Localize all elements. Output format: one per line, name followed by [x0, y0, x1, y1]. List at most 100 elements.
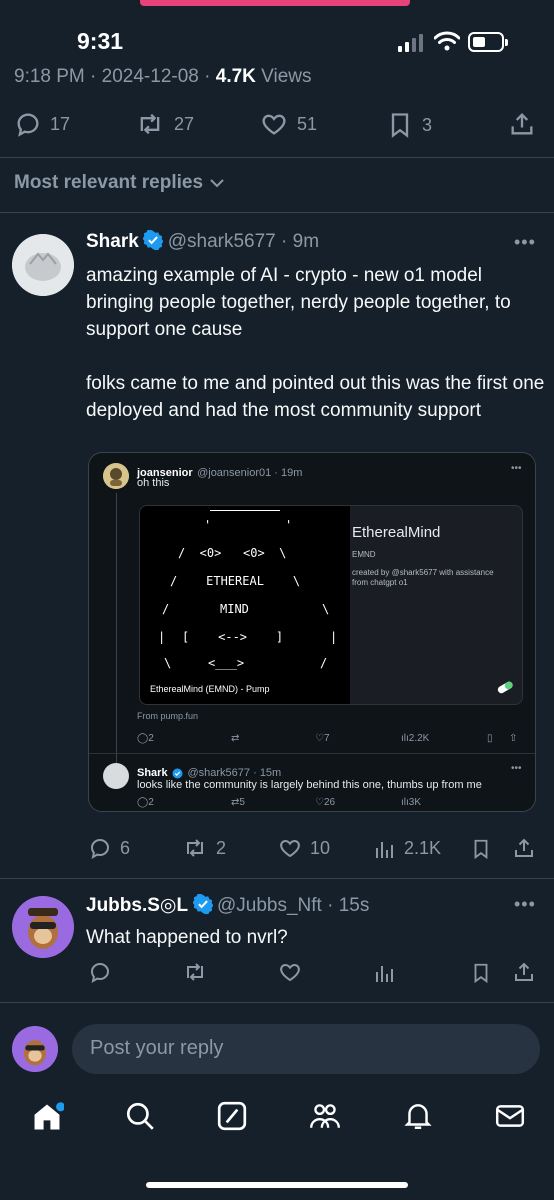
quote-share-icon[interactable]: ⇧: [509, 733, 517, 744]
nested-author-handle: @shark5677: [187, 767, 251, 779]
avatar[interactable]: [12, 234, 74, 296]
share-icon: [515, 962, 533, 981]
ascii-line: / ETHEREAL \: [170, 574, 301, 588]
like-button[interactable]: 10: [278, 836, 330, 860]
repost-icon: [187, 963, 203, 981]
nested-like-count[interactable]: ♡ 26: [315, 797, 335, 808]
author-name[interactable]: Jubbs.S◎L: [86, 895, 188, 916]
share-button[interactable]: [508, 110, 536, 138]
more-options-icon[interactable]: •••: [514, 894, 536, 915]
replies-filter-dropdown[interactable]: Most relevant replies: [14, 172, 225, 194]
reply-paragraph: amazing example of AI - crypto - new o1 …: [86, 265, 511, 340]
verified-badge-icon: [143, 230, 164, 250]
share-icon: [511, 113, 533, 135]
repost-count: 2: [216, 837, 227, 858]
nav-home[interactable]: [30, 1100, 66, 1139]
repost-button[interactable]: 2: [182, 836, 226, 860]
ascii-line: / <0> <0> \: [178, 546, 287, 560]
link-preview-card[interactable]: ' ' / <0> <0> \ / ETHEREAL \ MIND / \ [ …: [139, 505, 523, 705]
like-count: 51: [297, 113, 318, 134]
quote-like-count-value: 7: [323, 733, 330, 744]
nav-search[interactable]: [124, 1100, 156, 1137]
quote-views-count[interactable]: ılı 2.2K: [401, 733, 429, 744]
quoted-post-card[interactable]: joansenior @joansenior01 · 19m ••• oh th…: [88, 452, 536, 812]
reply-button[interactable]: 6: [88, 836, 130, 860]
embed-caption: EtherealMind (EMND) - Pump: [150, 684, 270, 694]
views-button[interactable]: 2.1K: [374, 836, 441, 860]
bottom-nav: [0, 1090, 554, 1150]
like-button[interactable]: 51: [259, 110, 317, 138]
chevron-down-icon: [210, 179, 224, 188]
bookmark-icon: [474, 839, 488, 860]
author-name[interactable]: Shark: [86, 231, 139, 252]
share-icon: [515, 838, 533, 857]
quote-views-value: 2.2K: [408, 733, 430, 744]
quote-reply-count[interactable]: ◯ 2: [137, 733, 154, 744]
reply-count: 6: [120, 837, 131, 858]
reply-button[interactable]: 17: [14, 110, 70, 138]
post-date: 2024-12-08: [101, 66, 199, 87]
reply-input[interactable]: Post your reply: [72, 1024, 540, 1074]
bookmark-count: 3: [422, 114, 433, 135]
quote-repost-icon[interactable]: ⇄: [231, 733, 239, 744]
repost-button[interactable]: 27: [134, 110, 194, 138]
more-options-icon[interactable]: •••: [511, 463, 522, 474]
share-button[interactable]: [512, 960, 536, 984]
nested-repost-count[interactable]: ⇄ 5: [231, 797, 245, 808]
nested-reply-text: looks like the community is largely behi…: [137, 779, 482, 791]
like-count: 10: [310, 837, 331, 858]
divider: [0, 212, 554, 213]
share-button[interactable]: [512, 836, 536, 860]
bookmark-button[interactable]: 3: [386, 110, 432, 140]
quote-reply-count-value: 2: [148, 733, 154, 744]
recording-indicator: [140, 0, 410, 6]
heart-icon: [262, 114, 286, 135]
author-handle[interactable]: @Jubbs_Nft: [217, 895, 322, 916]
nav-grok[interactable]: [216, 1100, 248, 1137]
nav-communities[interactable]: [308, 1100, 342, 1137]
nested-reply-count[interactable]: ◯ 2: [137, 797, 154, 808]
bookmark-button[interactable]: [470, 960, 492, 986]
pill-icon: [497, 681, 513, 694]
quote-author-handle: @joansenior01: [197, 467, 272, 479]
quote-like-count[interactable]: ♡ 7: [315, 733, 330, 744]
joansenior-avatar-image: [103, 463, 129, 489]
reply-count: 17: [50, 113, 71, 134]
reply-icon: [90, 838, 110, 859]
nav-messages[interactable]: [494, 1100, 526, 1137]
ascii-line: <___>: [208, 656, 245, 670]
thread-line: [116, 493, 117, 763]
avatar: [103, 463, 129, 489]
quote-bookmark-icon[interactable]: ▯: [487, 733, 493, 744]
verified-badge-icon: [172, 768, 183, 779]
more-options-icon[interactable]: •••: [511, 763, 522, 774]
post-time: 9:18 PM: [14, 66, 85, 87]
views-count: 2.1K: [404, 837, 442, 858]
meta-separator: ·: [90, 66, 102, 87]
bookmark-button[interactable]: [470, 836, 492, 862]
ascii-line: MIND: [220, 602, 249, 616]
bookmark-icon: [391, 113, 409, 138]
views-button[interactable]: [374, 960, 396, 984]
like-button[interactable]: [278, 960, 302, 984]
nested-views-count[interactable]: ılı 3K: [401, 797, 421, 808]
current-user-avatar-image: [12, 1026, 58, 1072]
embed-ticker: EMND: [352, 550, 376, 559]
avatar[interactable]: [12, 896, 74, 958]
nested-views-value: 3K: [408, 797, 422, 808]
author-handle[interactable]: @shark5677: [168, 231, 276, 252]
repost-count: 27: [174, 113, 195, 134]
repost-button[interactable]: [182, 960, 208, 984]
current-user-avatar[interactable]: [12, 1026, 58, 1072]
repost-icon: [140, 113, 160, 135]
views-count: 4.7K: [215, 66, 256, 87]
reply-icon: [90, 962, 110, 983]
nav-notifications[interactable]: [402, 1100, 434, 1137]
quote-age: 19m: [281, 467, 303, 479]
nested-age: 15m: [259, 767, 282, 779]
reply-button[interactable]: [88, 960, 112, 984]
more-options-icon[interactable]: •••: [514, 232, 536, 253]
embed-title: EtherealMind: [352, 524, 441, 541]
grok-icon: [217, 1101, 247, 1131]
meta-separator: ·: [204, 66, 216, 87]
